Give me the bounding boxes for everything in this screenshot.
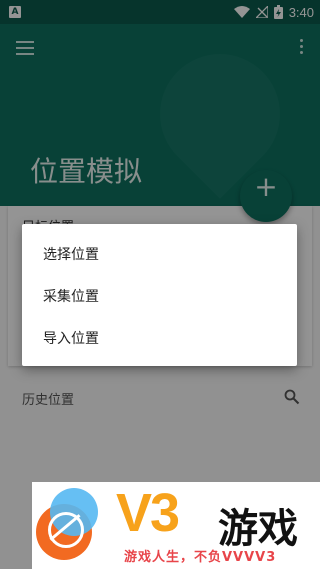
location-popup-menu: 选择位置 采集位置 导入位置	[22, 224, 297, 366]
menu-item-select-location[interactable]: 选择位置	[22, 232, 297, 274]
slogan: 游戏人生，不负VVVV3	[124, 550, 277, 565]
menu-item-import-location[interactable]: 导入位置	[22, 316, 297, 358]
v3-banner: V3 游戏 游戏人生，不负VVVV3	[32, 482, 320, 569]
menu-item-collect-location[interactable]: 采集位置	[22, 274, 297, 316]
menu-item-label: 导入位置	[43, 331, 99, 347]
brand-mark: V3	[116, 483, 180, 543]
menu-item-label: 选择位置	[43, 247, 99, 263]
menu-item-label: 采集位置	[43, 289, 99, 305]
